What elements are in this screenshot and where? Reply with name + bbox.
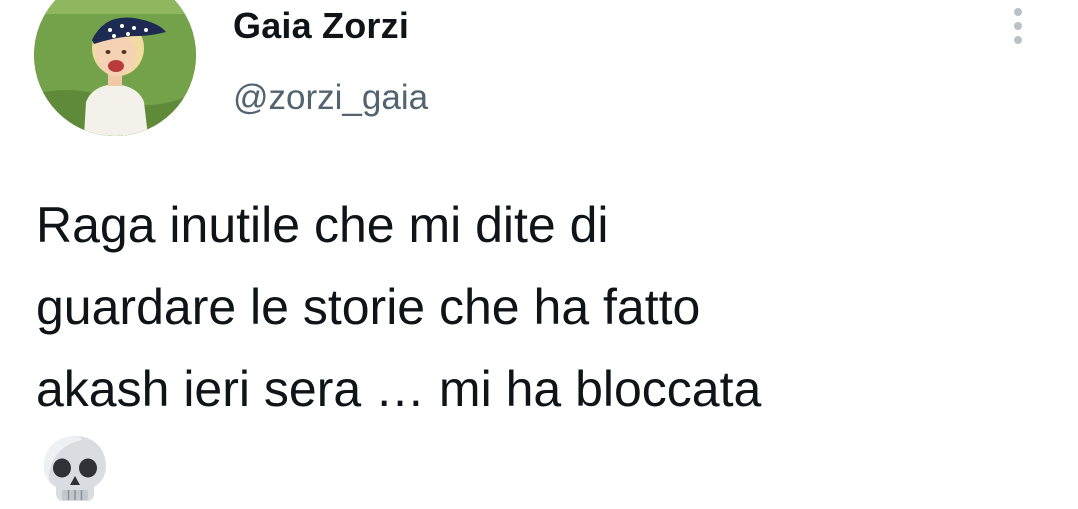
avatar[interactable] [34, 0, 196, 136]
avatar-photo [34, 0, 196, 136]
tweet-text-line: akash ieri sera … mi ha bloccata [36, 361, 762, 417]
author-display-name[interactable]: Gaia Zorzi [233, 4, 409, 48]
vertical-ellipsis-icon[interactable] [1006, 6, 1030, 46]
author-handle[interactable]: @zorzi_gaia [233, 76, 428, 120]
tweet-text-line: Raga inutile che mi dite di [36, 197, 609, 253]
skull-emoji-icon [38, 432, 112, 506]
tweet-text-line: guardare le storie che ha fatto [36, 279, 701, 335]
ellipsis-dot [1014, 8, 1022, 16]
ellipsis-dot [1014, 22, 1022, 30]
tweet-text: Raga inutile che mi dite di guardare le … [36, 184, 1046, 430]
ellipsis-dot [1014, 36, 1022, 44]
